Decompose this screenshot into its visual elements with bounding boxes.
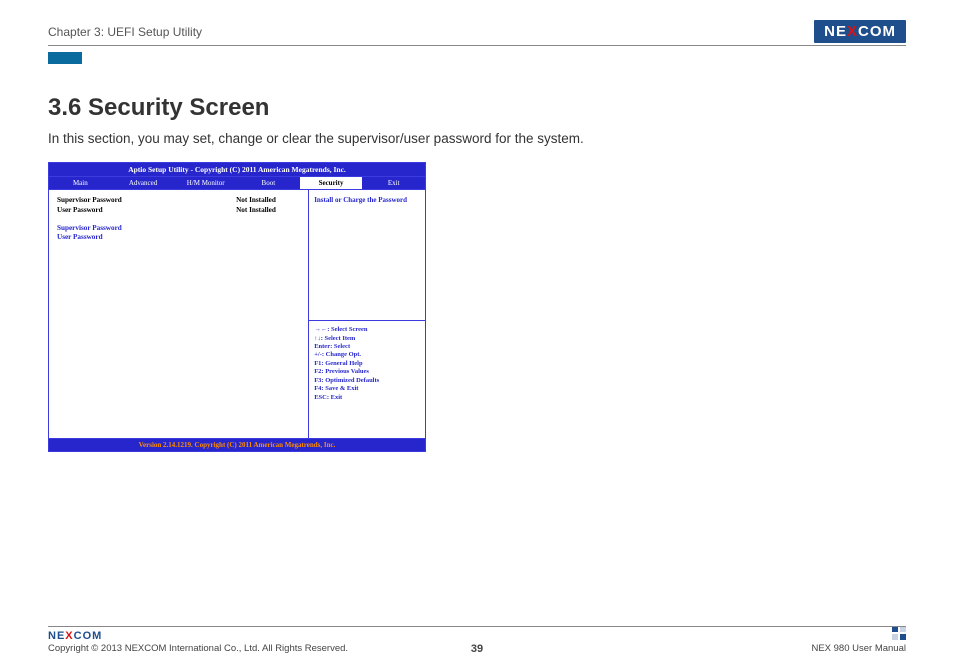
bios-help-text: Install or Charge the Password xyxy=(309,190,425,321)
bios-row-value: Not Installed xyxy=(236,206,276,216)
bios-key-line: F4: Save & Exit xyxy=(314,385,420,393)
bios-tab-security[interactable]: Security xyxy=(300,177,363,189)
brand-post: COM xyxy=(74,630,103,642)
manual-name: NEX 980 User Manual xyxy=(811,643,906,654)
bios-tab-main[interactable]: Main xyxy=(49,177,112,189)
bios-row-user: User Password Not Installed xyxy=(57,206,276,216)
brand-pre: NE xyxy=(48,630,65,642)
chapter-label: Chapter 3: UEFI Setup Utility xyxy=(48,25,202,39)
bios-key-hints: →←: Select Screen ↑↓: Select Item Enter:… xyxy=(309,321,425,438)
bios-row-label: Supervisor Password xyxy=(57,196,122,206)
bios-row-supervisor: Supervisor Password Not Installed xyxy=(57,196,276,206)
footer-bar: NEXCOM Copyright © 2013 NEXCOM Internati… xyxy=(48,626,906,654)
bios-key-line: +/-: Change Opt. xyxy=(314,351,420,359)
bios-key-line: ESC: Exit xyxy=(314,394,420,402)
brand-post: COM xyxy=(858,23,896,40)
brand-x: X xyxy=(65,630,73,642)
bios-action-user[interactable]: User Password xyxy=(57,233,300,243)
bios-row-label: User Password xyxy=(57,206,103,216)
bios-key-line: Enter: Select xyxy=(314,343,420,351)
bios-screenshot: Aptio Setup Utility - Copyright (C) 2011… xyxy=(48,162,426,452)
section-title: 3.6 Security Screen xyxy=(48,94,906,122)
bios-tab-boot[interactable]: Boot xyxy=(237,177,300,189)
section-intro: In this section, you may set, change or … xyxy=(48,130,588,148)
bios-key-line: F2: Previous Values xyxy=(314,368,420,376)
bios-key-line: F3: Optimized Defaults xyxy=(314,377,420,385)
side-tab-icon xyxy=(48,52,82,64)
header-bar: Chapter 3: UEFI Setup Utility NEXCOM xyxy=(48,20,906,46)
bios-main-panel: Supervisor Password Not Installed User P… xyxy=(49,190,309,438)
bios-tab-hmmonitor[interactable]: H/M Monitor xyxy=(174,177,237,189)
bios-tab-advanced[interactable]: Advanced xyxy=(112,177,175,189)
brand-logo-footer: NEXCOM xyxy=(48,630,102,642)
bios-key-line: ↑↓: Select Item xyxy=(314,335,420,343)
bios-row-value: Not Installed xyxy=(236,196,276,206)
bios-key-line: →←: Select Screen xyxy=(314,326,420,334)
bios-action-supervisor[interactable]: Supervisor Password xyxy=(57,224,300,234)
copyright-text: Copyright © 2013 NEXCOM International Co… xyxy=(48,643,348,654)
page-number: 39 xyxy=(471,643,483,655)
bios-tab-exit[interactable]: Exit xyxy=(362,177,425,189)
bios-tabs: Main Advanced H/M Monitor Boot Security … xyxy=(49,177,425,190)
bios-key-line: F1: General Help xyxy=(314,360,420,368)
bios-title: Aptio Setup Utility - Copyright (C) 2011… xyxy=(49,163,425,177)
brand-pre: NE xyxy=(824,23,847,40)
bios-footer: Version 2.14.1219. Copyright (C) 2011 Am… xyxy=(49,438,425,451)
brand-logo: NEXCOM xyxy=(814,20,906,43)
brand-x: X xyxy=(847,23,858,40)
